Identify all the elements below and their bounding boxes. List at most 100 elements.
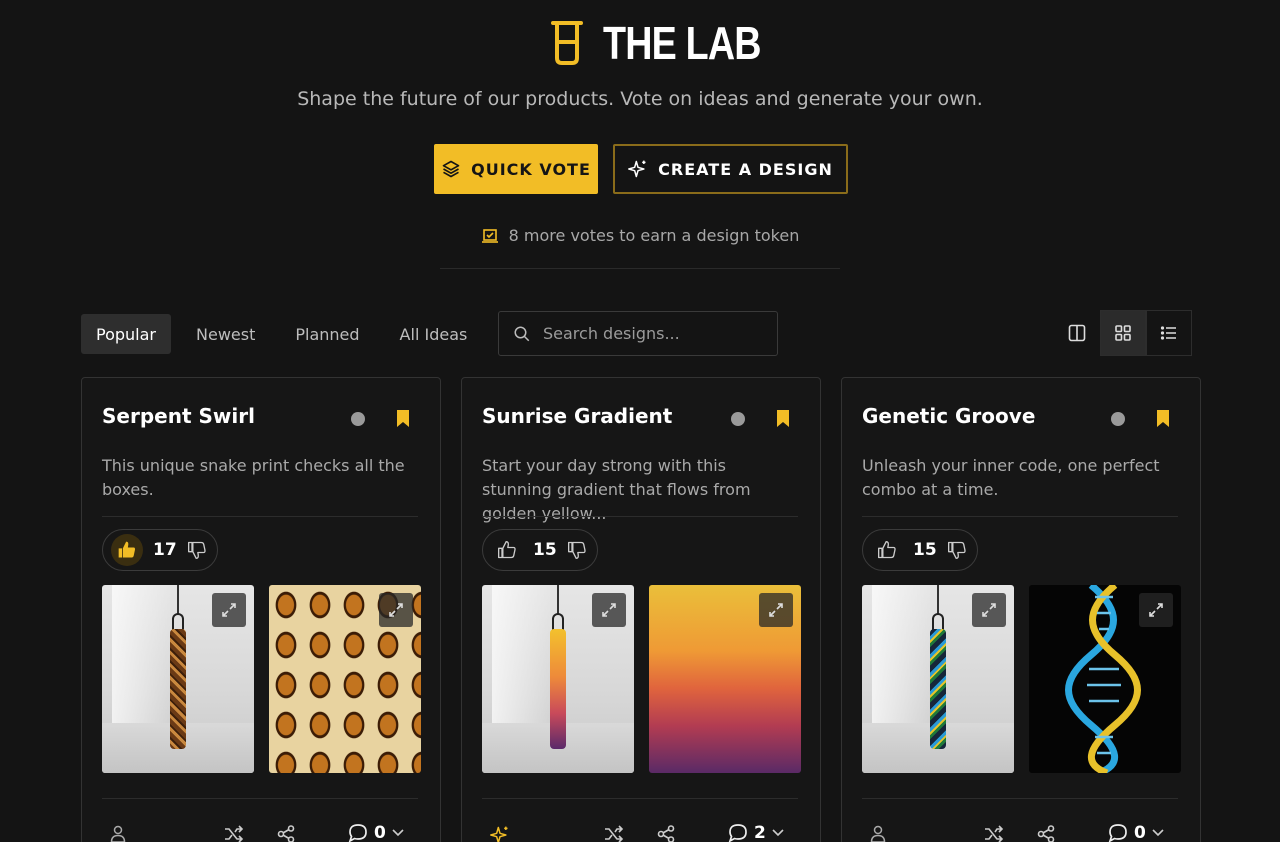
card-divider [102,798,418,799]
bookmark-icon[interactable] [775,409,791,429]
upvote-button[interactable] [111,534,143,566]
tab-newest[interactable]: Newest [181,314,270,354]
vote-control: 17 [102,529,218,571]
list-view-button[interactable] [1146,310,1192,356]
tab-all-ideas[interactable]: All Ideas [385,314,483,354]
expand-icon [1149,603,1163,617]
comment-count: 0 [374,823,386,842]
expand-button[interactable] [972,593,1006,627]
share-icon[interactable] [277,825,295,842]
thumbs-up-icon [878,541,896,559]
layers-icon [442,160,460,178]
shuffle-icon[interactable] [224,825,244,842]
thumbs-down-icon[interactable] [187,540,207,560]
vote-control: 15 [862,529,978,571]
vote-count: 17 [153,540,177,560]
status-dot [731,412,745,426]
user-icon [110,825,126,842]
page-subtitle: Shape the future of our products. Vote o… [297,88,983,110]
search-icon [514,326,530,341]
beaker-icon [551,21,583,65]
comment-icon [348,824,367,842]
product-mockup-image [482,585,634,773]
shuffle-icon[interactable] [984,825,1004,842]
token-note-text: 8 more votes to earn a design token [508,226,800,245]
chevron-down-icon [392,829,404,837]
share-icon[interactable] [657,825,675,842]
expand-icon [982,603,996,617]
sparkle-icon [490,826,508,842]
expand-icon [389,603,403,617]
list-view-icon [1160,326,1176,340]
thumbs-up-icon [118,541,135,558]
quick-vote-label: QUICK VOTE [471,159,591,179]
card-title: Sunrise Gradient [482,404,673,428]
create-design-button[interactable]: CREATE A DESIGN [613,144,848,194]
expand-button[interactable] [1139,593,1173,627]
design-card[interactable]: Genetic Groove Unleash your inner code, … [841,377,1201,842]
upvote-button[interactable] [871,534,903,566]
search-input[interactable]: Search designs... [498,311,778,356]
hero-divider [440,268,840,269]
expand-button[interactable] [212,593,246,627]
card-description: Unleash your inner code, one perfect com… [862,456,1160,499]
sparkle-icon [628,160,646,178]
expand-icon [769,603,783,617]
expand-button[interactable] [592,593,626,627]
grid-view-icon [1115,325,1131,341]
comments-button[interactable]: 2 [728,823,784,842]
share-icon[interactable] [1037,825,1055,842]
expand-button[interactable] [379,593,413,627]
comment-icon [1108,824,1127,842]
card-title: Genetic Groove [862,404,1036,428]
bookmark-icon[interactable] [395,409,411,429]
card-divider [862,798,1178,799]
brand: THE LAB [549,18,795,68]
card-divider [862,516,1178,517]
comments-button[interactable]: 0 [1108,823,1164,842]
pattern-image [649,585,801,773]
status-dot [351,412,365,426]
user-icon [870,825,886,842]
card-divider [482,798,798,799]
design-card[interactable]: Sunrise Gradient Start your day strong w… [461,377,821,842]
shuffle-icon[interactable] [604,825,624,842]
grid-view-button[interactable] [1100,310,1146,356]
card-footer: 0 [862,823,1178,842]
pattern-image [1029,585,1181,773]
comment-count: 2 [754,823,766,842]
pattern-image [269,585,421,773]
create-design-label: CREATE A DESIGN [658,159,833,179]
upvote-button[interactable] [491,534,523,566]
comment-count: 0 [1134,823,1146,842]
page-title: THE LAB [603,17,762,69]
vote-count: 15 [533,540,557,560]
split-view-button[interactable] [1054,310,1100,356]
comment-icon [728,824,747,842]
expand-icon [602,603,616,617]
tab-planned[interactable]: Planned [280,314,374,354]
chevron-down-icon [1152,829,1164,837]
design-card[interactable]: Serpent Swirl This unique snake print ch… [81,377,441,842]
chevron-down-icon [772,829,784,837]
comments-button[interactable]: 0 [348,823,404,842]
thumbs-down-icon[interactable] [567,540,587,560]
product-mockup-image [862,585,1014,773]
status-dot [1111,412,1125,426]
card-description: This unique snake print checks all the b… [102,456,405,499]
ballot-icon [481,228,498,243]
expand-icon [222,603,236,617]
split-view-icon [1068,324,1086,342]
thumbs-down-icon[interactable] [947,540,967,560]
card-footer: 2 [482,823,798,842]
filter-tabs: Popular Newest Planned All Ideas [81,314,492,354]
bookmark-icon[interactable] [1155,409,1171,429]
card-title: Serpent Swirl [102,404,255,428]
expand-button[interactable] [759,593,793,627]
vote-control: 15 [482,529,598,571]
quick-vote-button[interactable]: QUICK VOTE [434,144,598,194]
card-footer: 0 [102,823,418,842]
product-mockup-image [102,585,254,773]
tab-popular[interactable]: Popular [81,314,171,354]
vote-count: 15 [913,540,937,560]
